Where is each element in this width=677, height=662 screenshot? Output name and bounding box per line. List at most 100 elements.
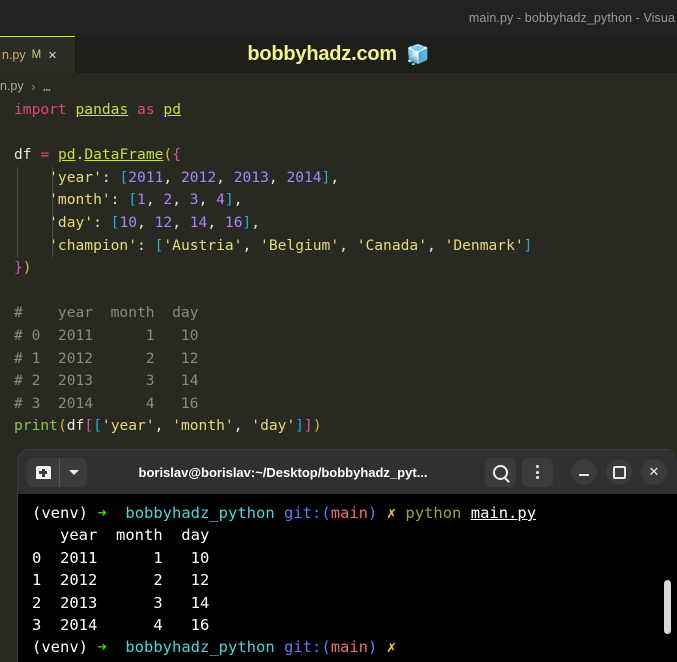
code-token: 2014 [286, 168, 322, 186]
code-token: 2 2013 3 14 [32, 593, 210, 612]
code-token: . [75, 146, 85, 164]
code-line: # 3 2014 4 16 [0, 393, 677, 416]
code-token: : [101, 168, 120, 186]
code-token: pd [163, 101, 181, 118]
code-token: , [330, 168, 340, 186]
tab-dirty-indicator: M [31, 49, 42, 61]
code-token: (venv) [32, 504, 88, 522]
code-line: # 2 2013 3 14 [0, 370, 677, 393]
code-token: : [137, 236, 155, 254]
chevron-down-icon[interactable] [59, 457, 87, 487]
code-token: 'champion' [14, 236, 138, 254]
code-token: [ [128, 191, 138, 209]
breadcrumb-file[interactable]: n.py [0, 79, 24, 93]
close-button[interactable]: ✕ [641, 459, 667, 485]
indent-guide [52, 166, 53, 190]
code-line: 'champion': ['Austria', 'Belgium', 'Cana… [0, 234, 677, 258]
code-token: ✗ [386, 638, 397, 657]
code-token: pandas [75, 101, 129, 118]
code-line: import pandas as pd [0, 99, 677, 122]
code-line: 2 2013 3 14 [18, 592, 677, 614]
breadcrumb-separator-icon: › [29, 78, 38, 94]
code-token: ) [368, 638, 378, 657]
code-token: 3 2014 4 16 [32, 616, 210, 635]
code-token: 'year' [14, 168, 102, 186]
code-token: , [427, 236, 445, 254]
code-line: # year month day [0, 302, 677, 325]
kebab-menu-icon[interactable] [522, 457, 553, 487]
code-token: 'month' [14, 191, 111, 209]
code-token: bobbyhadz_python [125, 638, 275, 657]
code-token: # 3 2014 4 16 [14, 394, 199, 412]
code-token: ( [57, 417, 67, 435]
code-line: df = pd.DataFrame({ [0, 144, 677, 167]
terminal-output[interactable]: (venv) ➜ bobbyhadz_python git:(main) ✗ p… [18, 494, 677, 662]
code-token: main [330, 638, 369, 657]
code-token: # 2 2013 3 14 [14, 372, 199, 390]
code-token: bobbyhadz_python [125, 504, 275, 522]
code-token: , [154, 417, 173, 435]
code-line: # 1 2012 2 12 [0, 348, 677, 371]
breadcrumb: n.py › … [0, 73, 677, 99]
window-title: main.py - bobbyhadz_python - Visua [468, 11, 675, 25]
code-token: : [110, 191, 129, 209]
code-token: , [242, 236, 261, 254]
code-token: [ [93, 417, 102, 435]
code-line: (venv) ➜ bobbyhadz_python git:(main) ✗ p… [18, 502, 677, 524]
code-line: 0 2011 1 10 [18, 547, 677, 569]
code-token: df [14, 146, 41, 164]
tab-main-py[interactable]: n.py M ✕ [0, 36, 75, 73]
code-token: (venv) [32, 638, 88, 657]
code-token: git: [284, 504, 322, 522]
code-token: , [233, 191, 243, 209]
code-token: ] [242, 213, 252, 231]
code-token: 2013 [233, 168, 269, 186]
code-token: 'Denmark' [444, 236, 524, 254]
search-icon[interactable] [485, 457, 516, 487]
code-line: 'day': [10, 12, 14, 16], [0, 211, 677, 235]
code-editor[interactable]: import pandas as pd df = pd.DataFrame({ … [0, 99, 677, 449]
new-tab-icon[interactable] [27, 457, 59, 487]
code-line: (venv) ➜ bobbyhadz_python git:(main) ✗ [18, 636, 677, 658]
code-token: , [339, 236, 357, 254]
code-token: 4 [216, 191, 225, 209]
code-token: ] [523, 236, 533, 254]
code-token: DataFrame [84, 146, 164, 164]
code-token: import [14, 101, 67, 118]
code-token: 2012 [180, 168, 217, 186]
indent-guide [17, 166, 18, 190]
code-token: { [172, 146, 181, 164]
terminal-title: borislav@borislav:~/Desktop/bobbyhadz_py… [138, 464, 428, 480]
code-line: 1 2012 2 12 [18, 569, 677, 591]
maximize-button[interactable] [606, 459, 632, 485]
code-token: ( [321, 638, 331, 657]
minimize-button[interactable] [571, 459, 597, 485]
code-token: 'day' [14, 213, 94, 231]
code-token: python [405, 504, 462, 522]
code-token: [ [84, 417, 94, 435]
code-token: 'day' [251, 417, 296, 435]
breadcrumb-overflow[interactable]: … [43, 79, 52, 94]
code-token: as [137, 101, 155, 118]
terminal-scrollbar-thumb[interactable] [664, 580, 671, 634]
close-icon: ✕ [648, 464, 660, 479]
code-token: , [233, 417, 252, 435]
code-token: , [268, 168, 287, 186]
code-line: }) [0, 257, 677, 280]
code-token: 'year' [101, 417, 155, 435]
code-token: 2 [163, 191, 173, 209]
code-token: [ [119, 168, 129, 186]
code-token: ] [295, 417, 305, 435]
close-icon[interactable]: ✕ [48, 48, 56, 62]
indent-guide [17, 234, 18, 258]
code-token: # 1 2012 2 12 [14, 349, 199, 367]
code-token: 2011 [128, 168, 164, 186]
code-token: ) [368, 504, 378, 522]
